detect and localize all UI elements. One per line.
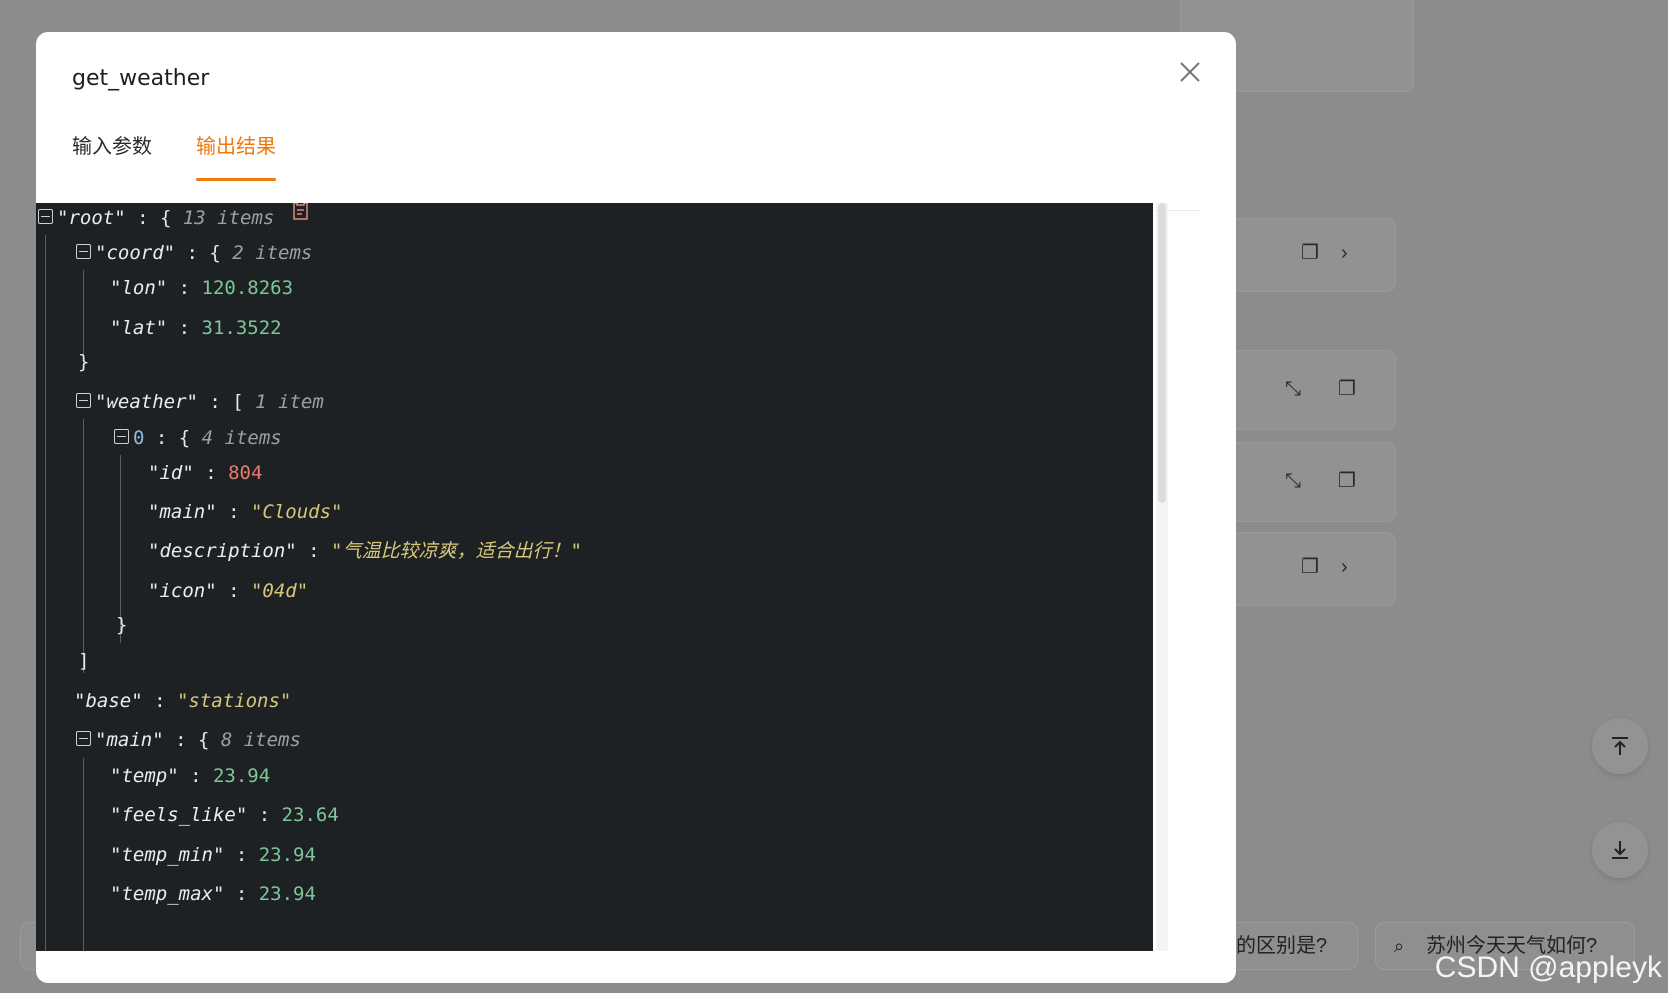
item-count: 1 item	[255, 391, 324, 413]
suggestion-chip-left-text: 的区别是?	[1236, 935, 1328, 957]
json-key: "lat"	[110, 317, 168, 339]
json-value: 23.64	[281, 804, 339, 826]
collapse-toggle[interactable]	[76, 393, 91, 408]
chevron-right-icon[interactable]: ›	[1341, 557, 1348, 577]
collapse-toggle[interactable]	[38, 209, 53, 224]
json-value: "04d"	[250, 580, 309, 602]
collapse-toggle[interactable]	[114, 429, 129, 444]
arrow-down-to-line-icon	[1612, 841, 1628, 859]
json-key: "base"	[74, 690, 143, 712]
scrollbar-thumb[interactable]	[1158, 203, 1166, 503]
json-key: "temp"	[110, 765, 179, 787]
json-key: "main"	[95, 729, 164, 751]
copy-icon[interactable]: ❐	[1338, 379, 1356, 399]
item-count: 13 items	[182, 207, 275, 229]
tab-input-params[interactable]: 输入参数	[72, 130, 152, 181]
json-line-weather-0: 0 : { 4 items	[114, 423, 282, 453]
watermark: CSDN @appleyk	[1434, 951, 1662, 984]
json-line-close: }	[78, 351, 90, 373]
item-count: 8 items	[220, 729, 301, 751]
json-line-id: "id" : 804	[148, 462, 263, 484]
array-index: 0	[133, 427, 145, 449]
json-value: "Clouds"	[250, 501, 343, 523]
json-line-temp-min: "temp_min" : 23.94	[110, 844, 316, 866]
json-key: "main"	[148, 501, 217, 523]
json-line-feels-like: "feels_like" : 23.64	[110, 804, 339, 826]
json-key: "lon"	[110, 277, 168, 299]
item-count: 2 items	[232, 242, 313, 264]
json-value: 23.94	[258, 844, 316, 866]
search-doc-icon: ⌕	[1394, 936, 1405, 956]
json-key: "icon"	[148, 580, 217, 602]
item-count: 4 items	[201, 427, 282, 449]
json-key: "weather"	[95, 391, 198, 413]
clipboard-icon[interactable]	[292, 203, 312, 221]
copy-icon[interactable]: ❐	[1301, 557, 1319, 577]
tab-bar: 输入参数 输出结果	[72, 122, 1200, 211]
json-line-lat: "lat" : 31.3522	[110, 317, 282, 339]
json-line-main-object: "main" : { 8 items	[76, 725, 301, 755]
json-line-lon: "lon" : 120.8263	[110, 277, 294, 299]
close-icon	[1180, 62, 1200, 82]
json-value: 23.94	[258, 883, 316, 905]
json-key: "root"	[57, 207, 126, 229]
indent-guide	[45, 235, 46, 951]
collapse-icon[interactable]: ⤡	[1285, 379, 1301, 399]
collapse-toggle[interactable]	[76, 731, 91, 746]
json-viewer: "root" : { 13 items "coord" : { 2 items …	[36, 203, 1153, 951]
json-line-temp-max: "temp_max" : 23.94	[110, 883, 316, 905]
indent-guide	[83, 758, 84, 951]
arrow-up-to-line-icon	[1612, 737, 1628, 755]
json-line-icon: "icon" : "04d"	[148, 580, 309, 602]
json-key: "temp_max"	[110, 883, 225, 905]
json-key: "feels_like"	[110, 804, 248, 826]
json-value: "stations"	[176, 690, 292, 712]
json-line-main: "main" : "Clouds"	[148, 501, 343, 523]
json-scrollbar[interactable]	[1156, 203, 1168, 951]
json-key: "id"	[148, 462, 194, 484]
json-value: 31.3522	[201, 317, 282, 339]
json-line-description: "description" : "气温比较凉爽，适合出行！"	[148, 540, 582, 562]
json-key: "coord"	[95, 242, 176, 264]
copy-icon[interactable]: ❐	[1301, 243, 1319, 263]
json-line-temp: "temp" : 23.94	[110, 765, 271, 787]
scroll-bottom-button[interactable]	[1592, 822, 1648, 878]
collapse-toggle[interactable]	[76, 244, 91, 259]
indent-guide	[83, 419, 84, 673]
dialog-title: get_weather	[72, 66, 210, 91]
tab-output-result[interactable]: 输出结果	[196, 130, 276, 181]
json-value: 23.94	[212, 765, 271, 787]
copy-icon[interactable]: ❐	[1338, 471, 1356, 491]
json-key: "temp_min"	[110, 844, 225, 866]
json-value: "气温比较凉爽，适合出行！"	[331, 540, 582, 562]
json-line-root: "root" : { 13 items	[38, 203, 312, 233]
json-key: "description"	[148, 540, 297, 562]
scroll-top-button[interactable]	[1592, 718, 1648, 774]
json-line-close: }	[116, 614, 128, 636]
chevron-right-icon[interactable]: ›	[1341, 243, 1348, 263]
json-line-coord: "coord" : { 2 items	[76, 238, 312, 268]
json-line-weather: "weather" : [ 1 item	[76, 387, 324, 417]
json-value: 804	[228, 462, 263, 484]
close-button[interactable]	[1178, 60, 1202, 84]
json-value: 120.8263	[201, 277, 294, 299]
json-line-base: "base" : "stations"	[74, 690, 292, 712]
json-line-close: ]	[78, 650, 90, 672]
collapse-icon[interactable]: ⤡	[1285, 471, 1301, 491]
